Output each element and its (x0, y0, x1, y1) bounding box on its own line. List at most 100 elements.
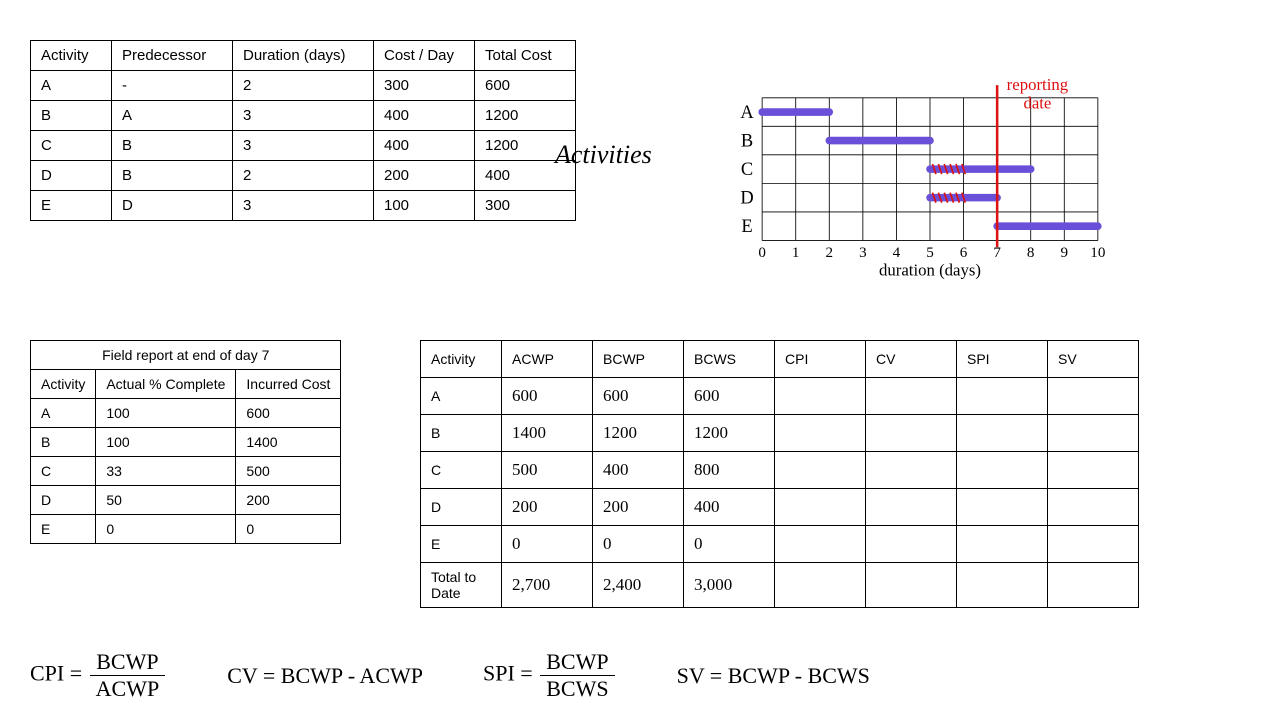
cpi-formula: CPI = BCWPACWP (30, 649, 167, 702)
t1-h0: Activity (31, 41, 112, 71)
spi-formula: SPI = BCWPBCWS (483, 649, 617, 702)
t1-cell: B (31, 101, 112, 131)
svg-text:7: 7 (993, 245, 1001, 261)
t3-header: ACWP (502, 341, 593, 378)
t3-cell (957, 415, 1048, 452)
svg-text:4: 4 (893, 245, 901, 261)
t1-h1: Predecessor (112, 41, 233, 71)
svg-text:8: 8 (1027, 245, 1035, 261)
svg-text:date: date (1023, 94, 1051, 113)
t1-cell: 400 (374, 101, 475, 131)
svg-text:D: D (740, 188, 753, 208)
t3-cell (775, 563, 866, 608)
t3-cell: 600 (502, 378, 593, 415)
t1-cell: 300 (475, 191, 576, 221)
t3-cell (957, 526, 1048, 563)
t1-cell: 300 (374, 71, 475, 101)
svg-text:C: C (741, 159, 753, 179)
t2-cell: 1400 (236, 428, 341, 457)
t2-cell: B (31, 428, 96, 457)
svg-text:reporting: reporting (1007, 75, 1069, 94)
svg-text:duration (days): duration (days) (879, 261, 981, 280)
t3-cell (957, 452, 1048, 489)
t1-cell: A (112, 101, 233, 131)
t3-cell (866, 526, 957, 563)
t3-cell (957, 489, 1048, 526)
t1-cell: D (112, 191, 233, 221)
t3-cell: 400 (684, 489, 775, 526)
svg-text:A: A (740, 102, 754, 122)
t2-cell: 600 (236, 399, 341, 428)
t3-header: CV (866, 341, 957, 378)
svg-text:0: 0 (758, 245, 766, 261)
t3-cell (1048, 415, 1139, 452)
t3-cell (957, 563, 1048, 608)
t1-cell: C (31, 131, 112, 161)
t3-header: SPI (957, 341, 1048, 378)
t1-h3: Cost / Day (374, 41, 475, 71)
t3-cell: 800 (684, 452, 775, 489)
formulas-row: CPI = BCWPACWP CV = BCWP - ACWP SPI = BC… (30, 649, 870, 702)
activities-label: Activities (555, 140, 652, 170)
t2-h0: Activity (31, 370, 96, 399)
earned-value-table: ActivityACWPBCWPBCWSCPICVSPISV A60060060… (420, 340, 1139, 608)
t1-cell: E (31, 191, 112, 221)
t2-cell: 100 (96, 428, 236, 457)
t3-cell: 3,000 (684, 563, 775, 608)
t3-header: Activity (421, 341, 502, 378)
t3-cell (1048, 489, 1139, 526)
t2-cell: 0 (236, 515, 341, 544)
t3-cell (866, 452, 957, 489)
t2-cell: D (31, 486, 96, 515)
t3-cell: 2,400 (593, 563, 684, 608)
t2-cell: 200 (236, 486, 341, 515)
t3-cell: D (421, 489, 502, 526)
t1-cell: 3 (233, 101, 374, 131)
t1-cell: 200 (374, 161, 475, 191)
t1-cell: 2 (233, 71, 374, 101)
t2-title: Field report at end of day 7 (31, 341, 341, 370)
svg-text:B: B (741, 130, 753, 150)
t1-cell: 2 (233, 161, 374, 191)
t2-cell: 500 (236, 457, 341, 486)
t2-cell: 50 (96, 486, 236, 515)
t3-cell (866, 563, 957, 608)
t3-cell (866, 489, 957, 526)
t3-cell (1048, 563, 1139, 608)
t2-cell: E (31, 515, 96, 544)
t3-cell: 0 (684, 526, 775, 563)
sv-formula: SV = BCWP - BCWS (677, 663, 870, 689)
t1-cell: 100 (374, 191, 475, 221)
cv-formula: CV = BCWP - ACWP (227, 663, 423, 689)
t3-cell: 0 (502, 526, 593, 563)
t3-cell (775, 526, 866, 563)
t3-cell: C (421, 452, 502, 489)
t1-cell: A (31, 71, 112, 101)
t1-cell: 400 (374, 131, 475, 161)
t1-cell: B (112, 161, 233, 191)
t3-cell: 600 (684, 378, 775, 415)
t1-cell: D (31, 161, 112, 191)
t1-h4: Total Cost (475, 41, 576, 71)
t1-cell: 3 (233, 191, 374, 221)
t3-cell (775, 452, 866, 489)
t3-cell: 500 (502, 452, 593, 489)
t3-cell (957, 378, 1048, 415)
t3-cell (1048, 452, 1139, 489)
t3-cell (775, 415, 866, 452)
t3-header: CPI (775, 341, 866, 378)
t1-cell: 3 (233, 131, 374, 161)
t3-cell: A (421, 378, 502, 415)
t1-cell: 600 (475, 71, 576, 101)
t3-cell (775, 489, 866, 526)
t3-header: BCWP (593, 341, 684, 378)
t3-cell: 1200 (684, 415, 775, 452)
svg-text:9: 9 (1061, 245, 1069, 261)
t3-cell: 1400 (502, 415, 593, 452)
t3-header: SV (1048, 341, 1139, 378)
t2-h1: Actual % Complete (96, 370, 236, 399)
svg-text:E: E (741, 216, 752, 236)
field-report-table: Field report at end of day 7 Activity Ac… (30, 340, 341, 544)
t2-cell: 100 (96, 399, 236, 428)
t3-cell: 1200 (593, 415, 684, 452)
